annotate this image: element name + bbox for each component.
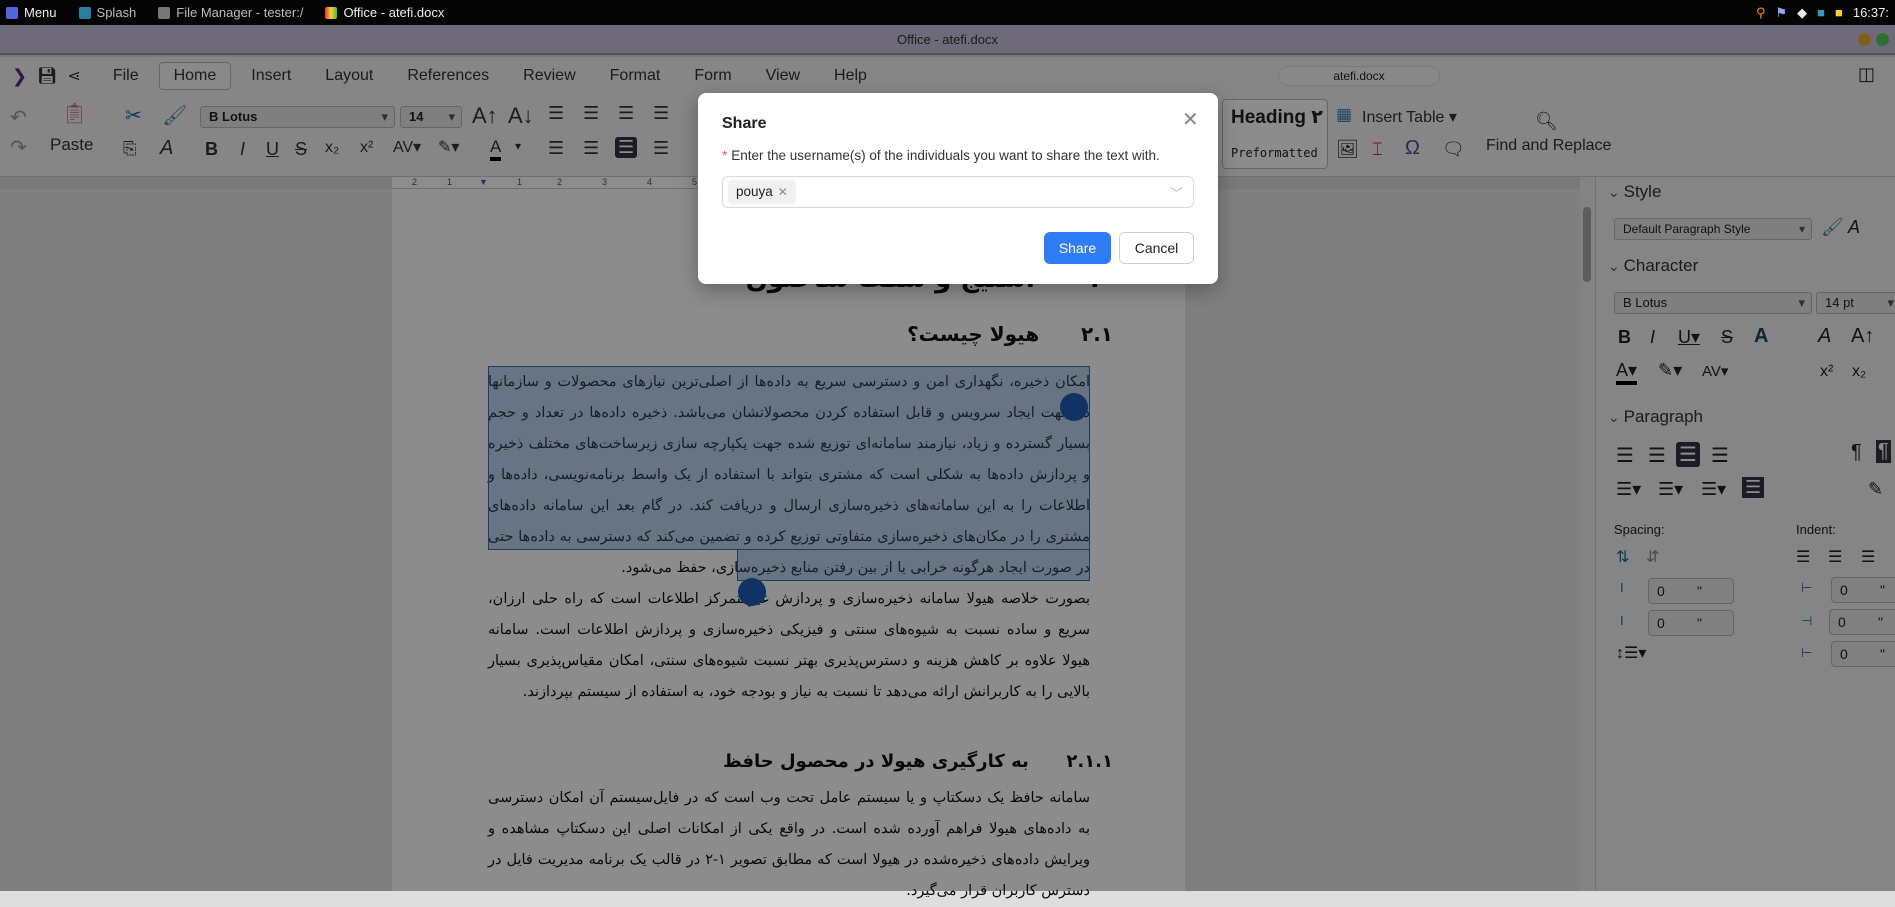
share-dialog: Share ✕ * Enter the username(s) of the in… <box>698 93 1218 284</box>
chevron-down-icon[interactable]: ﹀ <box>1170 183 1183 202</box>
search-icon[interactable]: ⚲ <box>1756 5 1766 21</box>
office-tray-icon[interactable]: ■ <box>1835 5 1843 20</box>
required-asterisk: * <box>722 148 728 163</box>
network-icon[interactable]: ◆ <box>1797 5 1807 21</box>
task-splash[interactable]: Splash <box>78 5 136 20</box>
username-label: * Enter the username(s) of the individual… <box>722 148 1160 163</box>
system-tray: ⚲ ⚑ ◆ ■ ■ 16:37: <box>1756 0 1889 25</box>
share-button[interactable]: Share <box>1044 232 1111 264</box>
username-tag: pouya ✕ <box>728 180 796 204</box>
office-icon <box>325 6 338 19</box>
username-select-input[interactable]: pouya ✕ ﹀ <box>722 176 1194 208</box>
splash-icon <box>78 6 91 19</box>
cancel-button[interactable]: Cancel <box>1119 232 1194 264</box>
file-manager-icon <box>158 6 171 19</box>
flag-icon[interactable]: ⚑ <box>1775 5 1787 21</box>
splash-tray-icon[interactable]: ■ <box>1817 5 1825 20</box>
clock: 16:37: <box>1852 5 1889 20</box>
task-file-manager[interactable]: File Manager - tester:/ <box>158 5 303 20</box>
dialog-title: Share <box>722 115 767 132</box>
menu-button[interactable]: Menu <box>6 5 57 20</box>
taskbar: Menu Splash File Manager - tester:/ Offi… <box>0 0 1895 25</box>
close-icon[interactable]: ✕ <box>1182 107 1199 132</box>
menu-icon <box>6 6 18 19</box>
task-office[interactable]: Office - atefi.docx <box>325 5 444 20</box>
remove-tag-icon[interactable]: ✕ <box>778 180 788 204</box>
